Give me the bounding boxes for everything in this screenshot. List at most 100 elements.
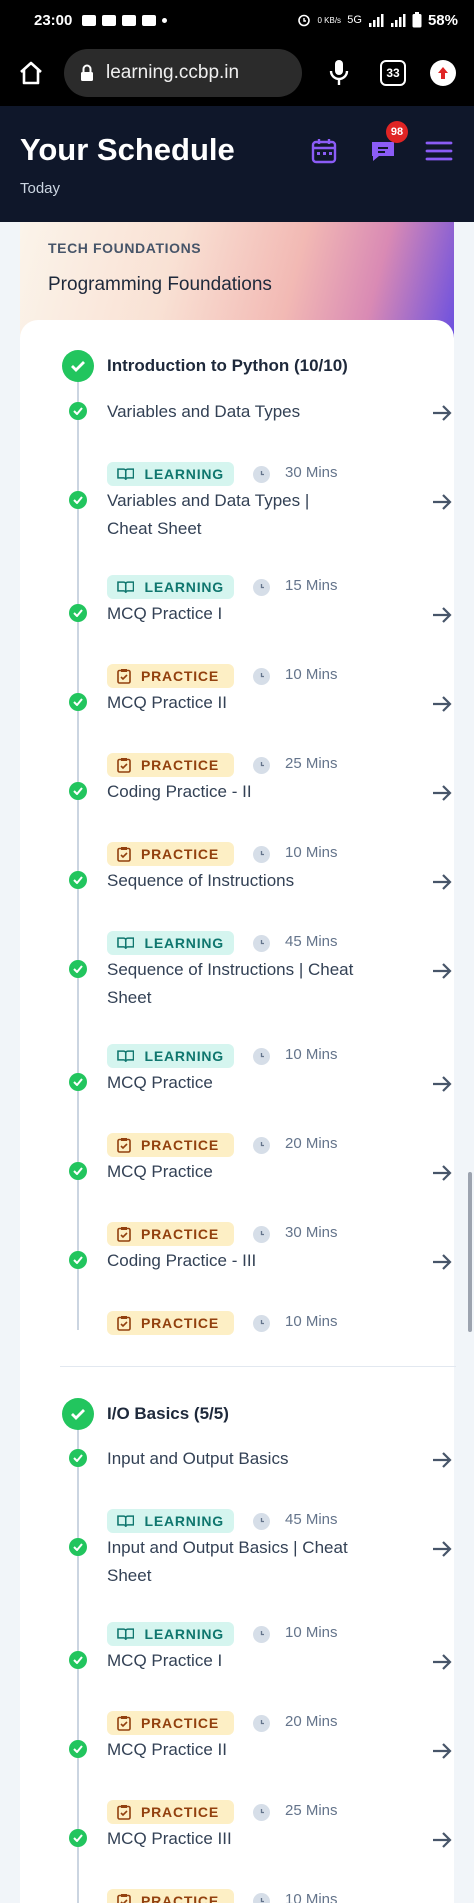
duration: 45 Mins bbox=[285, 1511, 338, 1528]
arrow-right-icon[interactable] bbox=[429, 691, 455, 717]
book-icon bbox=[117, 1515, 135, 1527]
timeline-line bbox=[77, 368, 79, 1330]
item-title: MCQ Practice I bbox=[107, 604, 223, 623]
arrow-right-icon[interactable] bbox=[429, 489, 455, 515]
type-label: PRACTICE bbox=[141, 846, 219, 862]
duration: 25 Mins bbox=[285, 755, 338, 772]
duration: 30 Mins bbox=[285, 1224, 338, 1241]
signal-icon bbox=[368, 13, 384, 27]
clipboard-icon bbox=[117, 1316, 131, 1331]
duration: 10 Mins bbox=[285, 1891, 338, 1903]
item-title: MCQ Practice II bbox=[107, 693, 227, 712]
more-notifications-icon bbox=[162, 17, 168, 23]
voice-search-button[interactable] bbox=[324, 56, 354, 90]
item-complete-icon bbox=[69, 604, 87, 622]
item-title: MCQ Practice III bbox=[107, 1829, 232, 1848]
page-scrollbar[interactable] bbox=[468, 1172, 472, 1332]
item-complete-icon bbox=[69, 491, 87, 509]
duration: 45 Mins bbox=[285, 933, 338, 950]
update-arrow-icon bbox=[438, 67, 448, 79]
calendar-button[interactable] bbox=[307, 134, 341, 168]
arrow-right-icon[interactable] bbox=[429, 400, 455, 426]
type-badge: LEARNING bbox=[107, 575, 234, 599]
type-badge: LEARNING bbox=[107, 1622, 234, 1646]
type-label: PRACTICE bbox=[141, 1137, 219, 1153]
item-complete-icon bbox=[69, 1651, 87, 1669]
item-title: Sequence of Instructions | Cheat Sheet bbox=[107, 960, 354, 1007]
type-badge: PRACTICE bbox=[107, 1711, 234, 1735]
duration: 10 Mins bbox=[285, 666, 338, 683]
menu-button[interactable] bbox=[422, 134, 456, 168]
battery-icon bbox=[412, 12, 422, 28]
duration: 30 Mins bbox=[285, 464, 338, 481]
clipboard-icon bbox=[117, 847, 131, 862]
type-badge: PRACTICE bbox=[107, 753, 234, 777]
duration: 10 Mins bbox=[285, 1313, 338, 1330]
app-icon bbox=[142, 14, 157, 26]
type-badge: PRACTICE bbox=[107, 1311, 234, 1335]
type-badge: PRACTICE bbox=[107, 1133, 234, 1157]
course-card: Introduction to Python (10/10) Variables… bbox=[20, 320, 456, 1903]
notification-badge: 98 bbox=[386, 121, 408, 143]
duration: 10 Mins bbox=[285, 1046, 338, 1063]
type-label: PRACTICE bbox=[141, 1804, 219, 1820]
clock-icon bbox=[253, 1137, 270, 1154]
item-complete-icon bbox=[69, 1829, 87, 1847]
section-title[interactable]: Introduction to Python (10/10) bbox=[107, 356, 348, 376]
update-button[interactable] bbox=[430, 60, 456, 86]
item-complete-icon bbox=[69, 782, 87, 800]
arrow-right-icon[interactable] bbox=[429, 1071, 455, 1097]
clock-icon bbox=[253, 668, 270, 685]
type-label: PRACTICE bbox=[141, 1315, 219, 1331]
duration: 15 Mins bbox=[285, 577, 338, 594]
arrow-right-icon[interactable] bbox=[429, 869, 455, 895]
type-label: PRACTICE bbox=[141, 757, 219, 773]
clock-icon bbox=[253, 1513, 270, 1530]
tab-switcher-button[interactable]: 33 bbox=[380, 60, 406, 86]
arrow-right-icon[interactable] bbox=[429, 780, 455, 806]
clipboard-icon bbox=[117, 1227, 131, 1242]
section-title[interactable]: I/O Basics (5/5) bbox=[107, 1404, 229, 1424]
clock-icon bbox=[253, 579, 270, 596]
arrow-right-icon[interactable] bbox=[429, 602, 455, 628]
clipboard-icon bbox=[117, 669, 131, 684]
arrow-right-icon[interactable] bbox=[429, 1536, 455, 1562]
item-title: Variables and Data Types bbox=[107, 402, 301, 421]
item-complete-icon bbox=[69, 1073, 87, 1091]
clipboard-icon bbox=[117, 1716, 131, 1731]
arrow-right-icon[interactable] bbox=[429, 1160, 455, 1186]
course-category: TECH FOUNDATIONS bbox=[48, 240, 202, 256]
arrow-right-icon[interactable] bbox=[429, 1649, 455, 1675]
item-title: Variables and Data Types | Cheat Sheet bbox=[107, 491, 310, 538]
arrow-right-icon[interactable] bbox=[429, 1447, 455, 1473]
calendar-icon bbox=[311, 139, 337, 164]
clock-icon bbox=[253, 757, 270, 774]
book-icon bbox=[117, 468, 135, 480]
arrow-right-icon[interactable] bbox=[429, 958, 455, 984]
home-button[interactable] bbox=[14, 56, 48, 90]
type-label: LEARNING bbox=[144, 466, 224, 482]
duration: 20 Mins bbox=[285, 1135, 338, 1152]
item-complete-icon bbox=[69, 1740, 87, 1758]
item-title: MCQ Practice bbox=[107, 1162, 213, 1181]
youtube-icon bbox=[82, 14, 97, 26]
battery-level: 58% bbox=[427, 11, 458, 29]
type-badge: PRACTICE bbox=[107, 1222, 234, 1246]
snapchat-icon bbox=[102, 14, 117, 26]
type-label: PRACTICE bbox=[141, 1226, 219, 1242]
type-label: LEARNING bbox=[144, 1048, 224, 1064]
section-complete-icon bbox=[62, 350, 94, 382]
arrow-right-icon[interactable] bbox=[429, 1249, 455, 1275]
signal-icon-2 bbox=[390, 13, 406, 27]
alarm-icon bbox=[298, 14, 311, 27]
type-badge: PRACTICE bbox=[107, 1800, 234, 1824]
item-complete-icon bbox=[69, 1162, 87, 1180]
hamburger-menu-icon bbox=[425, 141, 453, 161]
page-title: Your Schedule bbox=[20, 132, 235, 167]
clock-icon bbox=[253, 1804, 270, 1821]
arrow-right-icon[interactable] bbox=[429, 1738, 455, 1764]
item-title: MCQ Practice I bbox=[107, 1651, 223, 1670]
address-bar[interactable]: learning.ccbp.in bbox=[64, 49, 302, 97]
page-subtitle: Today bbox=[20, 180, 61, 197]
arrow-right-icon[interactable] bbox=[429, 1827, 455, 1853]
